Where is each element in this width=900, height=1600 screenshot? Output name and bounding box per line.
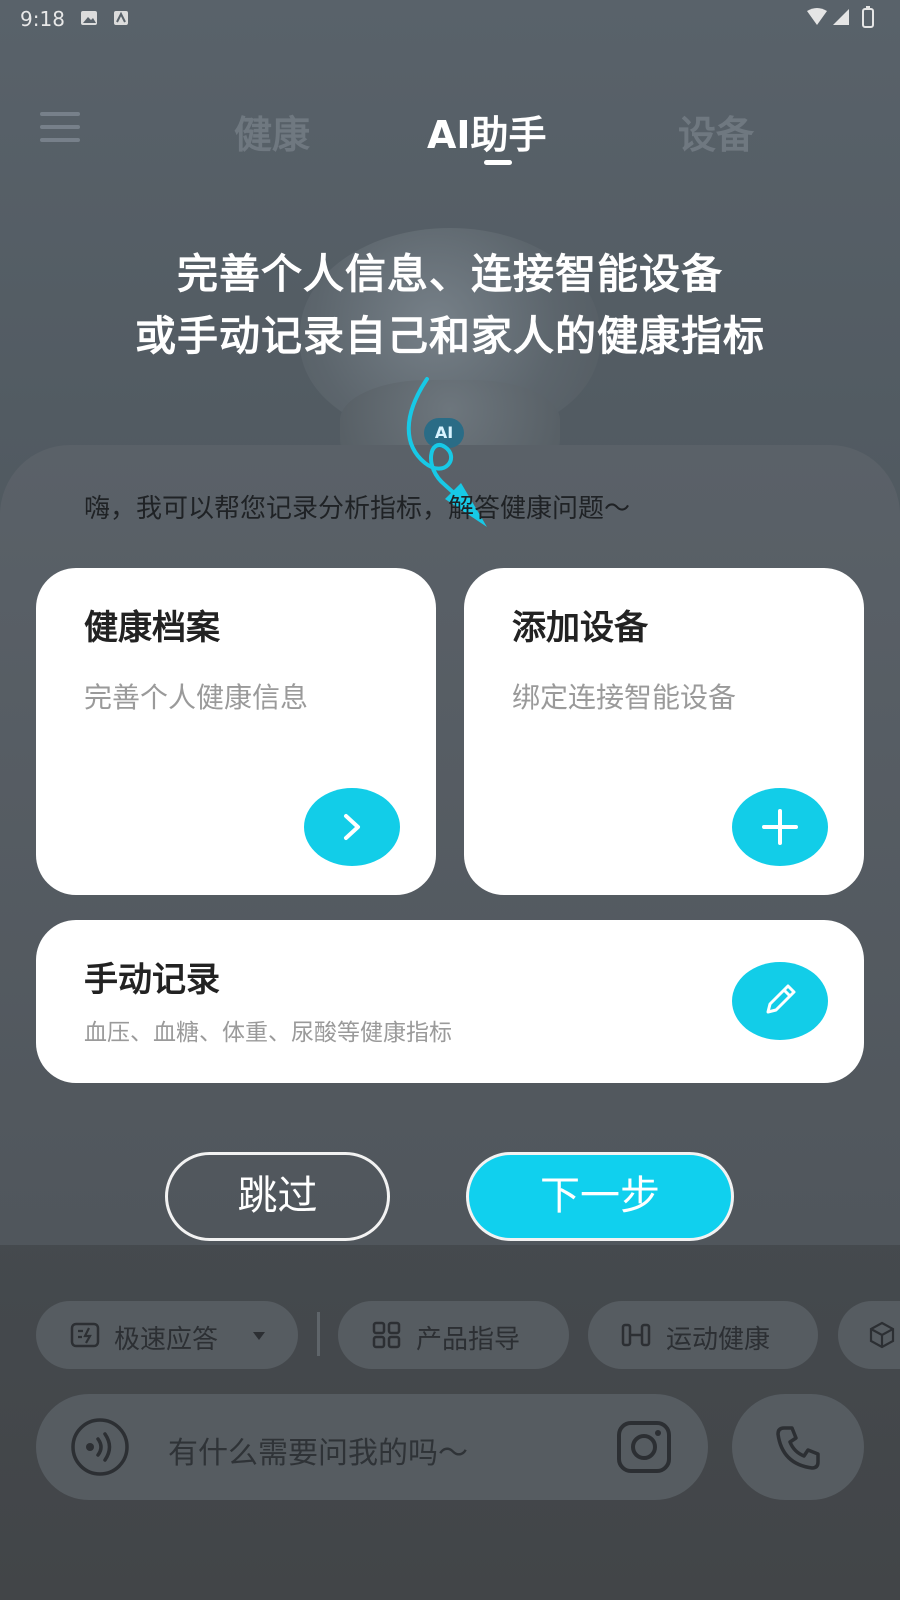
health-profile-subtitle: 完善个人健康信息 — [84, 681, 309, 714]
health-profile-go-button[interactable] — [304, 788, 400, 866]
grid-icon — [372, 1321, 401, 1349]
message-input-placeholder[interactable]: 有什么需要问我的吗～ — [168, 1428, 468, 1472]
tab-devices[interactable]: 设备 — [678, 104, 754, 159]
voice-call-button[interactable] — [732, 1394, 864, 1500]
chevron-down-icon — [253, 1332, 265, 1340]
pencil-icon — [766, 984, 796, 1014]
health-profile-card[interactable]: 健康档案 完善个人健康信息 — [36, 568, 436, 895]
chip-sports-health-label: 运动健康 — [666, 1325, 771, 1355]
add-device-title: 添加设备 — [512, 608, 648, 648]
manual-record-subtitle: 血压、血糖、体重、尿酸等健康指标 — [84, 1020, 452, 1046]
manual-record-title: 手动记录 — [84, 960, 220, 1000]
app-notification-icon — [114, 11, 128, 25]
health-profile-title: 健康档案 — [84, 608, 220, 648]
chip-product-guide-label: 产品指导 — [416, 1325, 521, 1355]
add-device-subtitle: 绑定连接智能设备 — [512, 681, 737, 714]
skip-button[interactable]: 跳过 — [165, 1152, 390, 1241]
status-bar: 9:18 — [0, 0, 900, 40]
tab-ai-assistant[interactable]: AI助手 — [427, 104, 547, 159]
manual-record-button[interactable] — [732, 962, 828, 1040]
chip-quick-answer-label: 极速应答 — [114, 1325, 219, 1355]
next-step-button[interactable]: 下一步 — [466, 1152, 734, 1241]
chip-quick-answer[interactable]: 极速应答 — [36, 1301, 298, 1369]
active-tab-indicator — [484, 160, 512, 165]
chip-divider — [317, 1312, 320, 1356]
phone-icon — [776, 1426, 820, 1470]
add-device-button[interactable] — [732, 788, 828, 866]
chip-sports-health[interactable]: 运动健康 — [588, 1301, 818, 1369]
manual-record-card[interactable]: 手动记录 血压、血糖、体重、尿酸等健康指标 — [36, 920, 864, 1083]
battery-icon — [862, 6, 874, 28]
wifi-icon — [807, 8, 827, 25]
menu-icon[interactable] — [40, 112, 80, 142]
chip-more[interactable] — [838, 1301, 900, 1369]
add-device-card[interactable]: 添加设备 绑定连接智能设备 — [464, 568, 864, 895]
chevron-right-icon — [344, 814, 360, 840]
camera-icon[interactable] — [616, 1420, 672, 1474]
image-notification-icon — [81, 11, 97, 25]
guide-line-2: 或手动记录自己和家人的健康指标 — [135, 312, 765, 360]
lightning-card-icon — [70, 1322, 100, 1348]
dumbbell-icon — [621, 1323, 651, 1347]
tab-health[interactable]: 健康 — [234, 104, 310, 159]
signal-icon — [833, 9, 849, 25]
guide-line-1: 完善个人信息、连接智能设备 — [177, 250, 723, 298]
plus-icon — [762, 809, 798, 845]
cube-icon — [869, 1321, 895, 1349]
voice-input-icon[interactable] — [70, 1417, 130, 1477]
assistant-greeting: 嗨，我可以帮您记录分析指标，解答健康问题～ — [84, 494, 631, 524]
status-time: 9:18 — [20, 7, 65, 31]
chip-product-guide[interactable]: 产品指导 — [338, 1301, 569, 1369]
